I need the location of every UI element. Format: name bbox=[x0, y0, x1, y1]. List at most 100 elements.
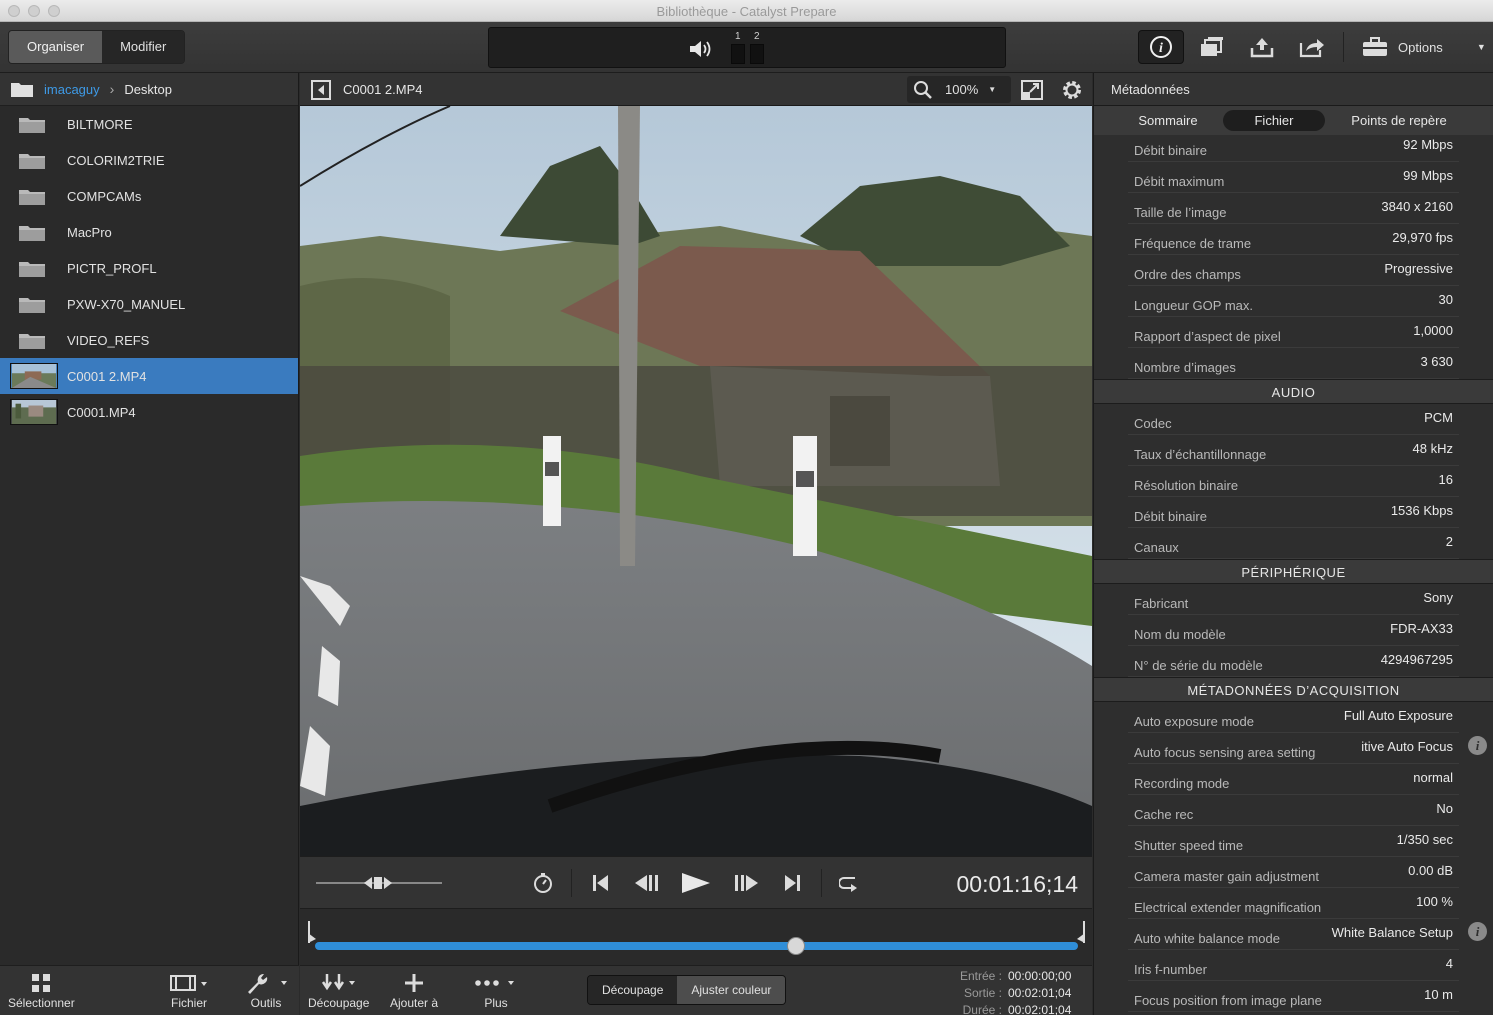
more-button[interactable]: Plus bbox=[474, 970, 518, 1010]
viewer-header: C0001 2.MP4 100% ▼ bbox=[300, 73, 1092, 106]
metadata-key: Débit binaire bbox=[1134, 143, 1207, 158]
timeline-scrubber[interactable] bbox=[300, 908, 1092, 965]
clip-thumbnail bbox=[10, 363, 58, 389]
select-button[interactable]: Sélectionner bbox=[8, 970, 75, 1010]
in-point-marker[interactable] bbox=[306, 921, 318, 943]
folder-item[interactable]: MacPro bbox=[0, 214, 298, 250]
metadata-row: Nom du modèle FDR-AX33 bbox=[1128, 615, 1459, 646]
device-section-title: PÉRIPHÉRIQUE bbox=[1094, 559, 1493, 584]
metadata-key: Débit maximum bbox=[1134, 174, 1225, 189]
folder-icon bbox=[19, 226, 45, 241]
metadata-key: Fréquence de trame bbox=[1134, 236, 1252, 251]
breadcrumb-user[interactable]: imacaguy bbox=[44, 82, 100, 97]
breadcrumb-current[interactable]: Desktop bbox=[124, 82, 172, 97]
tab-file[interactable]: Fichier bbox=[1223, 110, 1325, 131]
clip-item[interactable]: C0001.MP4 bbox=[0, 394, 298, 430]
metadata-value: 16 bbox=[1438, 472, 1453, 487]
fit-window-icon[interactable] bbox=[1020, 78, 1044, 102]
wrench-icon bbox=[248, 973, 287, 994]
cut-menu-button[interactable]: Découpage bbox=[308, 970, 369, 1010]
magnifier-icon bbox=[914, 80, 932, 99]
info-icon[interactable]: i bbox=[1468, 922, 1487, 941]
metadata-row: Débit binaire 1536 Kbps bbox=[1128, 497, 1459, 528]
playhead-handle[interactable] bbox=[786, 937, 805, 955]
step-forward-icon[interactable] bbox=[732, 873, 760, 893]
more-icon bbox=[475, 980, 514, 986]
acquisition-section-title: MÉTADONNÉES D’ACQUISITION bbox=[1094, 677, 1493, 702]
color-mode-tab[interactable]: Ajuster couleur bbox=[677, 976, 786, 1004]
metadata-value: 29,970 fps bbox=[1392, 230, 1453, 245]
options-menu-button[interactable]: Options ▼ bbox=[1362, 30, 1486, 64]
metadata-value: 3 630 bbox=[1420, 354, 1453, 369]
svg-text:i: i bbox=[1159, 41, 1163, 56]
video-frame[interactable] bbox=[300, 106, 1092, 856]
metadata-row: Débit maximum 99 Mbps bbox=[1128, 162, 1459, 193]
tools-menu-button[interactable]: Outils bbox=[244, 970, 288, 1010]
timer-icon[interactable] bbox=[532, 872, 554, 894]
folder-item[interactable]: PXW-X70_MANUEL bbox=[0, 286, 298, 322]
file-menu-button[interactable]: Fichier bbox=[170, 970, 208, 1010]
metadata-row: Auto exposure mode Full Auto Exposure bbox=[1128, 702, 1459, 733]
device-metadata-section: Fabricant Sony Nom du modèle FDR-AX33 N° de … bbox=[1094, 584, 1493, 677]
folder-item[interactable]: PICTR_PROFL bbox=[0, 250, 298, 286]
folder-item[interactable]: COLORIM2TRIE bbox=[0, 142, 298, 178]
metadata-row: Auto focus sensing area setting itive Aut… bbox=[1128, 733, 1487, 764]
cut-label: Découpage bbox=[308, 996, 370, 1010]
metadata-row: Recording mode normal bbox=[1128, 764, 1459, 795]
info-icon[interactable]: i bbox=[1468, 736, 1487, 755]
folder-item[interactable]: VIDEO_REFS bbox=[0, 322, 298, 358]
timeline-track[interactable] bbox=[315, 942, 1078, 950]
metadata-row: Rapport d’aspect de pixel 1,0000 bbox=[1128, 317, 1459, 348]
info-icon[interactable]: i bbox=[1138, 30, 1184, 64]
meter-label-1: 1 bbox=[735, 31, 741, 42]
metadata-row: Codec PCM bbox=[1128, 404, 1459, 435]
gear-icon[interactable] bbox=[1059, 77, 1085, 103]
metadata-row: Ordre des champs Progressive bbox=[1128, 255, 1459, 286]
play-icon[interactable] bbox=[680, 871, 712, 895]
folder-item[interactable]: COMPCAMs bbox=[0, 178, 298, 214]
upload-icon[interactable] bbox=[1239, 30, 1285, 64]
metadata-value: itive Auto Focus bbox=[1361, 739, 1453, 754]
metadata-row: Longueur GOP max. 30 bbox=[1128, 286, 1459, 317]
metadata-value: normal bbox=[1413, 770, 1453, 785]
breadcrumb: imacaguy › Desktop bbox=[0, 73, 298, 106]
metadata-header: Métadonnées bbox=[1093, 73, 1493, 106]
metadata-key: Débit binaire bbox=[1134, 509, 1207, 524]
metadata-row: Iris f-number 4 bbox=[1128, 950, 1459, 981]
speaker-icon[interactable] bbox=[687, 38, 715, 60]
metadata-value: 48 kHz bbox=[1412, 441, 1453, 456]
out-point-marker[interactable] bbox=[1075, 921, 1087, 943]
metadata-value: 4294967295 bbox=[1380, 652, 1453, 667]
metadata-key: Iris f-number bbox=[1134, 962, 1207, 977]
loop-icon[interactable] bbox=[839, 873, 861, 893]
jog-shuttle-slider[interactable] bbox=[314, 873, 444, 893]
modifier-tab[interactable]: Modifier bbox=[102, 31, 185, 63]
video-metadata-section: Débit binaire 92 Mbps Débit maximum 99 Mbps… bbox=[1094, 135, 1493, 379]
tab-cue-points[interactable]: Points de repère bbox=[1332, 110, 1466, 131]
metadata-key: Taille de l’image bbox=[1134, 205, 1227, 220]
zoom-control[interactable]: 100% ▼ bbox=[907, 76, 1011, 103]
copy-icon[interactable] bbox=[1189, 30, 1235, 64]
tab-summary[interactable]: Sommaire bbox=[1118, 110, 1218, 131]
skip-to-end-icon[interactable] bbox=[783, 873, 803, 893]
add-to-button[interactable]: Ajouter à bbox=[390, 970, 438, 1010]
toggle-sidebar-icon[interactable] bbox=[310, 79, 332, 101]
audio-meter-2 bbox=[750, 44, 764, 64]
folder-label: COLORIM2TRIE bbox=[67, 152, 165, 168]
chevron-down-icon: ▼ bbox=[988, 85, 997, 94]
duration-value: 00:02:01;04 bbox=[1008, 1003, 1072, 1015]
split-icon bbox=[321, 974, 355, 991]
folder-item[interactable]: BILTMORE bbox=[0, 106, 298, 142]
skip-to-start-icon[interactable] bbox=[590, 873, 610, 893]
share-icon[interactable] bbox=[1289, 30, 1335, 64]
file-label: Fichier bbox=[170, 996, 207, 1010]
step-back-icon[interactable] bbox=[633, 873, 661, 893]
metadata-value: FDR-AX33 bbox=[1390, 621, 1453, 636]
metadata-title: Métadonnées bbox=[1111, 82, 1190, 97]
trim-mode-tab[interactable]: Découpage bbox=[588, 976, 678, 1004]
metadata-key: Cache rec bbox=[1134, 807, 1194, 822]
organiser-tab[interactable]: Organiser bbox=[9, 31, 103, 63]
metadata-key: Taux d’échantillonnage bbox=[1134, 447, 1267, 462]
clip-item-selected[interactable]: C0001 2.MP4 bbox=[0, 358, 298, 394]
out-label: Sortie : bbox=[963, 986, 1002, 1000]
